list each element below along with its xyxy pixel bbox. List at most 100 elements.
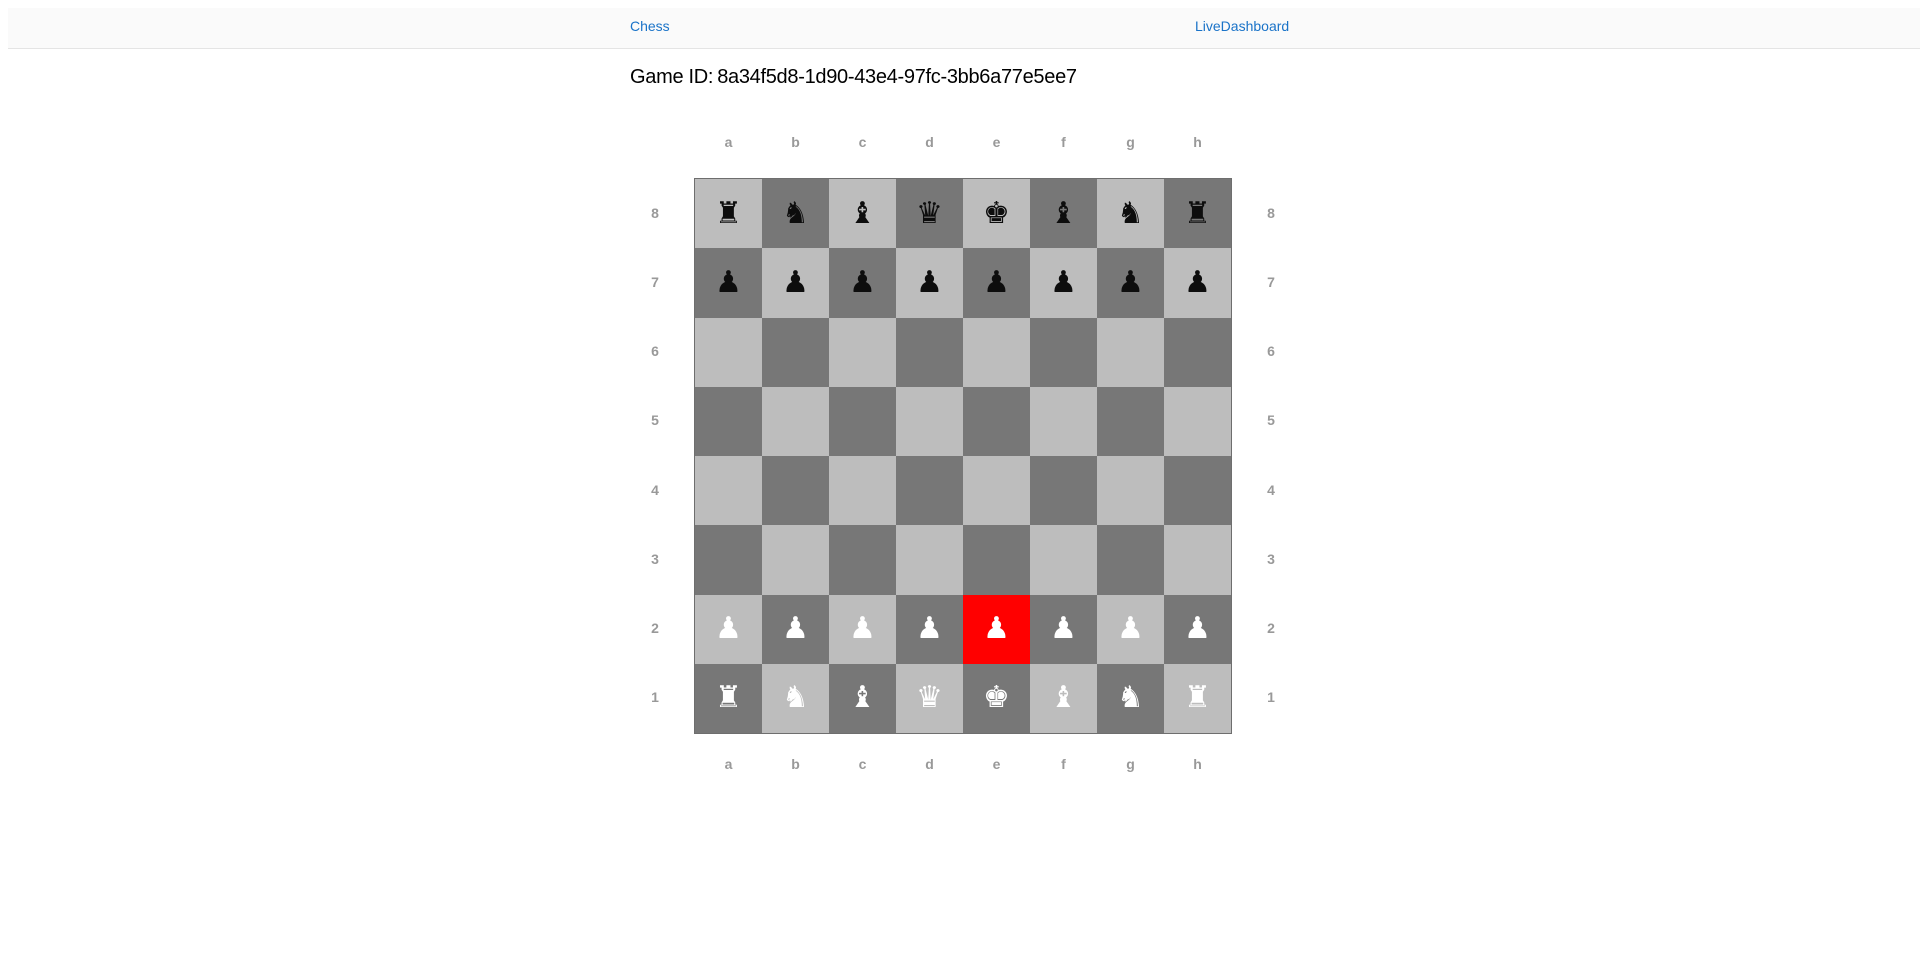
square-h4[interactable] [1164, 456, 1231, 526]
square-g2[interactable]: ♟ [1097, 594, 1164, 664]
square-d8[interactable]: ♛ [896, 179, 963, 249]
square-e7[interactable]: ♟ [963, 248, 1030, 318]
square-f7[interactable]: ♟ [1030, 248, 1097, 318]
square-h3[interactable] [1164, 525, 1231, 595]
square-e1[interactable]: ♚ [963, 663, 1030, 733]
white-rook-icon[interactable]: ♜ [1184, 683, 1211, 713]
black-pawn-icon[interactable]: ♟ [983, 267, 1010, 298]
square-a8[interactable]: ♜ [695, 179, 762, 249]
square-e2[interactable]: ♟ [963, 594, 1030, 664]
square-b8[interactable]: ♞ [762, 179, 829, 249]
white-pawn-icon[interactable]: ♟ [1050, 614, 1077, 644]
square-a5[interactable] [695, 386, 762, 456]
square-c3[interactable] [829, 525, 896, 595]
black-pawn-icon[interactable]: ♟ [1184, 267, 1211, 298]
white-king-icon[interactable]: ♚ [983, 683, 1010, 713]
white-rook-icon[interactable]: ♜ [715, 683, 742, 713]
square-d4[interactable] [896, 456, 963, 526]
square-g7[interactable]: ♟ [1097, 248, 1164, 318]
square-d2[interactable]: ♟ [896, 594, 963, 664]
square-h6[interactable] [1164, 317, 1231, 387]
white-pawn-icon[interactable]: ♟ [715, 614, 742, 644]
square-e6[interactable] [963, 317, 1030, 387]
black-king-icon[interactable]: ♚ [983, 198, 1010, 229]
square-f2[interactable]: ♟ [1030, 594, 1097, 664]
square-c5[interactable] [829, 386, 896, 456]
square-g3[interactable] [1097, 525, 1164, 595]
square-b6[interactable] [762, 317, 829, 387]
square-g4[interactable] [1097, 456, 1164, 526]
black-rook-icon[interactable]: ♜ [1184, 198, 1211, 229]
square-h1[interactable]: ♜ [1164, 663, 1231, 733]
game-id-label: Game ID: [630, 66, 714, 88]
square-b5[interactable] [762, 386, 829, 456]
black-bishop-icon[interactable]: ♝ [1050, 198, 1077, 229]
square-h7[interactable]: ♟ [1164, 248, 1231, 318]
square-e3[interactable] [963, 525, 1030, 595]
square-b7[interactable]: ♟ [762, 248, 829, 318]
square-g8[interactable]: ♞ [1097, 179, 1164, 249]
black-pawn-icon[interactable]: ♟ [916, 267, 943, 298]
square-a3[interactable] [695, 525, 762, 595]
black-queen-icon[interactable]: ♛ [916, 198, 943, 229]
white-pawn-icon[interactable]: ♟ [916, 614, 943, 644]
square-d5[interactable] [896, 386, 963, 456]
square-c2[interactable]: ♟ [829, 594, 896, 664]
square-b3[interactable] [762, 525, 829, 595]
square-g6[interactable] [1097, 317, 1164, 387]
white-pawn-icon[interactable]: ♟ [1184, 614, 1211, 644]
white-knight-icon[interactable]: ♞ [782, 683, 809, 713]
square-f1[interactable]: ♝ [1030, 663, 1097, 733]
file-label-bottom-c: c [858, 756, 867, 772]
white-pawn-icon[interactable]: ♟ [782, 614, 809, 644]
black-pawn-icon[interactable]: ♟ [715, 267, 742, 298]
nav-link-livedashboard[interactable]: LiveDashboard [1195, 18, 1289, 34]
square-g5[interactable] [1097, 386, 1164, 456]
square-h8[interactable]: ♜ [1164, 179, 1231, 249]
black-pawn-icon[interactable]: ♟ [1117, 267, 1144, 298]
square-a7[interactable]: ♟ [695, 248, 762, 318]
square-c1[interactable]: ♝ [829, 663, 896, 733]
square-d3[interactable] [896, 525, 963, 595]
square-f8[interactable]: ♝ [1030, 179, 1097, 249]
square-d7[interactable]: ♟ [896, 248, 963, 318]
black-bishop-icon[interactable]: ♝ [849, 198, 876, 229]
square-f3[interactable] [1030, 525, 1097, 595]
white-bishop-icon[interactable]: ♝ [849, 683, 876, 713]
white-queen-icon[interactable]: ♛ [916, 683, 943, 713]
black-pawn-icon[interactable]: ♟ [849, 267, 876, 298]
square-a6[interactable] [695, 317, 762, 387]
black-rook-icon[interactable]: ♜ [715, 198, 742, 229]
square-f5[interactable] [1030, 386, 1097, 456]
square-g1[interactable]: ♞ [1097, 663, 1164, 733]
square-f6[interactable] [1030, 317, 1097, 387]
black-pawn-icon[interactable]: ♟ [782, 267, 809, 298]
white-pawn-icon[interactable]: ♟ [983, 614, 1010, 644]
square-b1[interactable]: ♞ [762, 663, 829, 733]
black-knight-icon[interactable]: ♞ [1117, 198, 1144, 229]
black-pawn-icon[interactable]: ♟ [1050, 267, 1077, 298]
square-h2[interactable]: ♟ [1164, 594, 1231, 664]
square-a1[interactable]: ♜ [695, 663, 762, 733]
square-e4[interactable] [963, 456, 1030, 526]
square-c6[interactable] [829, 317, 896, 387]
white-knight-icon[interactable]: ♞ [1117, 683, 1144, 713]
square-b4[interactable] [762, 456, 829, 526]
square-c7[interactable]: ♟ [829, 248, 896, 318]
square-d6[interactable] [896, 317, 963, 387]
square-b2[interactable]: ♟ [762, 594, 829, 664]
square-d1[interactable]: ♛ [896, 663, 963, 733]
white-bishop-icon[interactable]: ♝ [1050, 683, 1077, 713]
nav-link-chess[interactable]: Chess [630, 18, 670, 34]
square-e8[interactable]: ♚ [963, 179, 1030, 249]
square-a4[interactable] [695, 456, 762, 526]
square-c8[interactable]: ♝ [829, 179, 896, 249]
square-a2[interactable]: ♟ [695, 594, 762, 664]
square-c4[interactable] [829, 456, 896, 526]
square-e5[interactable] [963, 386, 1030, 456]
white-pawn-icon[interactable]: ♟ [849, 614, 876, 644]
black-knight-icon[interactable]: ♞ [782, 198, 809, 229]
square-h5[interactable] [1164, 386, 1231, 456]
white-pawn-icon[interactable]: ♟ [1117, 614, 1144, 644]
square-f4[interactable] [1030, 456, 1097, 526]
